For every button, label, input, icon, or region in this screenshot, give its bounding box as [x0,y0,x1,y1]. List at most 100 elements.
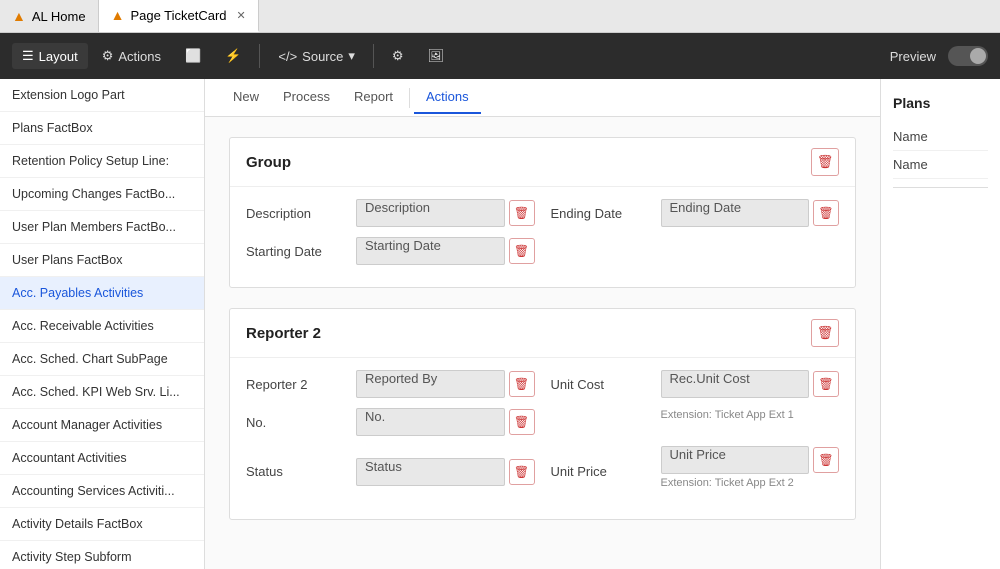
sidebar-item-upcoming-changes[interactable]: Upcoming Changes FactBo... [0,178,204,211]
actions-sub-button[interactable]: Actions [414,81,481,114]
settings-button[interactable]: ⚙ [382,43,414,69]
sidebar-item-account-manager[interactable]: Account Manager Activities [0,409,204,442]
unitcost-input[interactable]: Rec.Unit Cost [661,370,810,398]
sidebar-item-plans-factbox[interactable]: Plans FactBox [0,112,204,145]
source-icon: </> [278,49,297,64]
sidebar-item-activity-details[interactable]: Activity Details FactBox [0,508,204,541]
al-home-icon: ▲ [12,8,26,24]
actions-button[interactable]: ⚙ Actions [92,43,171,69]
group-section-header: Group 🗑 [230,138,855,187]
no-pair: No. No. 🗑 [246,408,535,436]
new-button[interactable]: New [221,81,271,114]
ext2-note: Extension: Ticket App Ext 2 [661,477,840,489]
report-button[interactable]: Report [342,81,405,114]
layout-label: Layout [39,49,78,64]
reporter2-field-delete-button[interactable]: 🗑 [509,371,535,397]
status-pair: Status Status 🗑 [246,458,535,486]
group-field-row-2: Starting Date Starting Date 🗑 [246,237,839,265]
description-label: Description [246,206,346,221]
endingdate-label: Ending Date [551,206,651,221]
copy-button[interactable]: ⬜ [175,43,211,69]
description-delete-button[interactable]: 🗑 [509,200,535,226]
sidebar-item-accountant[interactable]: Accountant Activities [0,442,204,475]
reporter2-section-body: Reporter 2 Reported By 🗑 Unit Cost Rec.U… [230,358,855,519]
endingdate-input-wrap: Ending Date 🗑 [661,199,840,227]
preview-label: Preview [890,49,936,64]
sidebar: Extension Logo Part Plans FactBox Retent… [0,79,205,569]
right-panel-item-1: Name [893,123,988,151]
sidebar-item-activity-step[interactable]: Activity Step Subform [0,541,204,569]
sidebar-item-retention-policy[interactable]: Retention Policy Setup Line: [0,145,204,178]
reporter2-input-wrap: Reported By 🗑 [356,370,535,398]
reporter2-section-header: Reporter 2 🗑 [230,309,855,358]
group-section-body: Description Description 🗑 Ending Date En… [230,187,855,287]
group-delete-button[interactable]: 🗑 [811,148,839,176]
group-field-row-1: Description Description 🗑 Ending Date En… [246,199,839,227]
group-description-pair: Description Description 🗑 [246,199,535,227]
source-dropdown-icon: ▾ [348,48,355,64]
bolt-button[interactable]: ⚡ [215,43,251,69]
sidebar-item-user-plans-factbox[interactable]: User Plans FactBox [0,244,204,277]
status-input-wrap: Status 🗑 [356,458,535,486]
ext1-note: Extension: Ticket App Ext 1 [661,409,840,421]
unitcost-input-wrap: Rec.Unit Cost 🗑 [661,370,840,398]
reporter2-label: Reporter 2 [246,377,346,392]
close-tab-button[interactable]: ✕ [237,9,246,22]
unitprice-input[interactable]: Unit Price [661,446,810,474]
endingdate-input[interactable]: Ending Date [661,199,810,227]
layout-button[interactable]: ☰ Layout [12,43,88,69]
group-section: Group 🗑 Description Description 🗑 [229,137,856,288]
process-button[interactable]: Process [271,81,342,114]
description-input[interactable]: Description [356,199,505,227]
sidebar-item-acc-payables[interactable]: Acc. Payables Activities [0,277,204,310]
unitcost-delete-button[interactable]: 🗑 [813,371,839,397]
source-button[interactable]: </> Source ▾ [268,43,365,69]
main-layout: Extension Logo Part Plans FactBox Retent… [0,79,1000,569]
no-input[interactable]: No. [356,408,505,436]
image-button[interactable]: 🖼 [418,43,455,69]
ticketcard-icon: ▲ [111,7,125,23]
startingdate-delete-button[interactable]: 🗑 [509,238,535,264]
group-endingdate-pair: Ending Date Ending Date 🗑 [551,199,840,227]
reporter2-field-row-3: Status Status 🗑 Unit Price Unit Price [246,446,839,497]
tab-al-home[interactable]: ▲ AL Home [0,0,99,32]
sidebar-item-acc-receivable[interactable]: Acc. Receivable Activities [0,310,204,343]
sub-toolbar-divider [409,88,410,108]
tab-page-ticketcard[interactable]: ▲ Page TicketCard ✕ [99,0,259,32]
no-delete-button[interactable]: 🗑 [509,409,535,435]
page-content: Group 🗑 Description Description 🗑 [205,117,880,560]
unitprice-delete-button[interactable]: 🗑 [813,447,839,473]
sidebar-item-acc-sched-kpi[interactable]: Acc. Sched. KPI Web Srv. Li... [0,376,204,409]
reporter2-input[interactable]: Reported By [356,370,505,398]
toolbar: ☰ Layout ⚙ Actions ⬜ ⚡ </> Source ▾ ⚙ 🖼 … [0,33,1000,79]
status-delete-button[interactable]: 🗑 [509,459,535,485]
right-panel-title: Plans [893,95,988,111]
status-input[interactable]: Status [356,458,505,486]
endingdate-delete-button[interactable]: 🗑 [813,200,839,226]
preview-toggle[interactable] [948,46,988,66]
actions-toolbar-label: Actions [118,49,161,64]
sidebar-item-extension-logo[interactable]: Extension Logo Part [0,79,204,112]
reporter2-reporter-pair: Reporter 2 Reported By 🗑 [246,370,535,398]
unitcost-label: Unit Cost [551,377,651,392]
tab-page-ticketcard-label: Page TicketCard [130,8,226,23]
bolt-icon: ⚡ [225,48,241,64]
startingdate-label: Starting Date [246,244,346,259]
reporter2-delete-button[interactable]: 🗑 [811,319,839,347]
right-panel: Plans Name Name [880,79,1000,569]
tab-al-home-label: AL Home [32,9,86,24]
group-startingdate-pair: Starting Date Starting Date 🗑 [246,237,535,265]
image-icon: 🖼 [428,48,445,64]
sidebar-item-user-plan-members[interactable]: User Plan Members FactBo... [0,211,204,244]
unitprice-label: Unit Price [551,464,651,479]
sidebar-item-acc-sched-chart[interactable]: Acc. Sched. Chart SubPage [0,343,204,376]
startingdate-input[interactable]: Starting Date [356,237,505,265]
description-input-wrap: Description 🗑 [356,199,535,227]
unitprice-pair: Unit Price Unit Price 🗑 Extension: Ticke… [551,446,840,497]
sidebar-item-accounting-services[interactable]: Accounting Services Activiti... [0,475,204,508]
reporter2-title: Reporter 2 [246,325,321,342]
unitprice-input-wrap: Unit Price 🗑 [661,446,840,474]
startingdate-input-wrap: Starting Date 🗑 [356,237,535,265]
content-area: New Process Report Actions Group 🗑 Descr… [205,79,880,569]
reporter2-field-row-1: Reporter 2 Reported By 🗑 Unit Cost Rec.U… [246,370,839,398]
